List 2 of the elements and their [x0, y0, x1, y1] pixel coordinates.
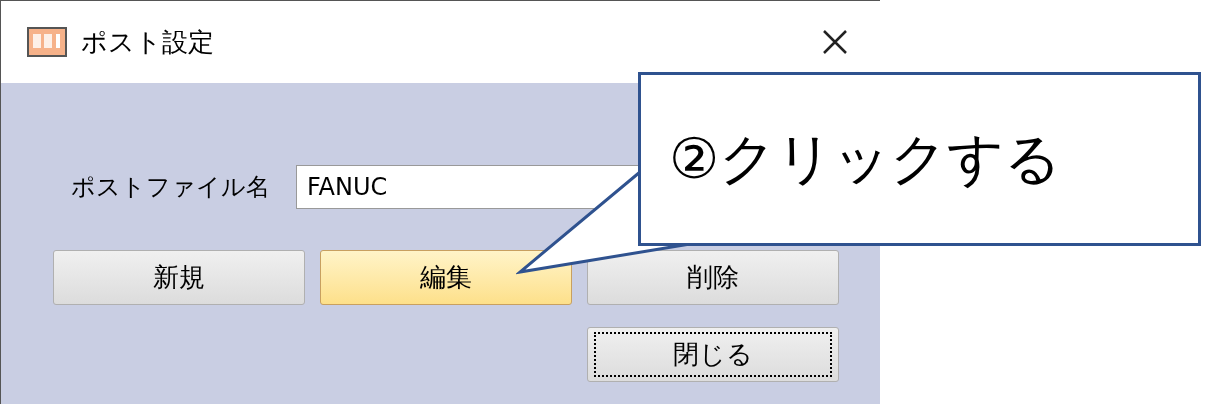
field-label: ポストファイル名	[71, 172, 271, 203]
window-title: ポスト設定	[81, 25, 214, 59]
